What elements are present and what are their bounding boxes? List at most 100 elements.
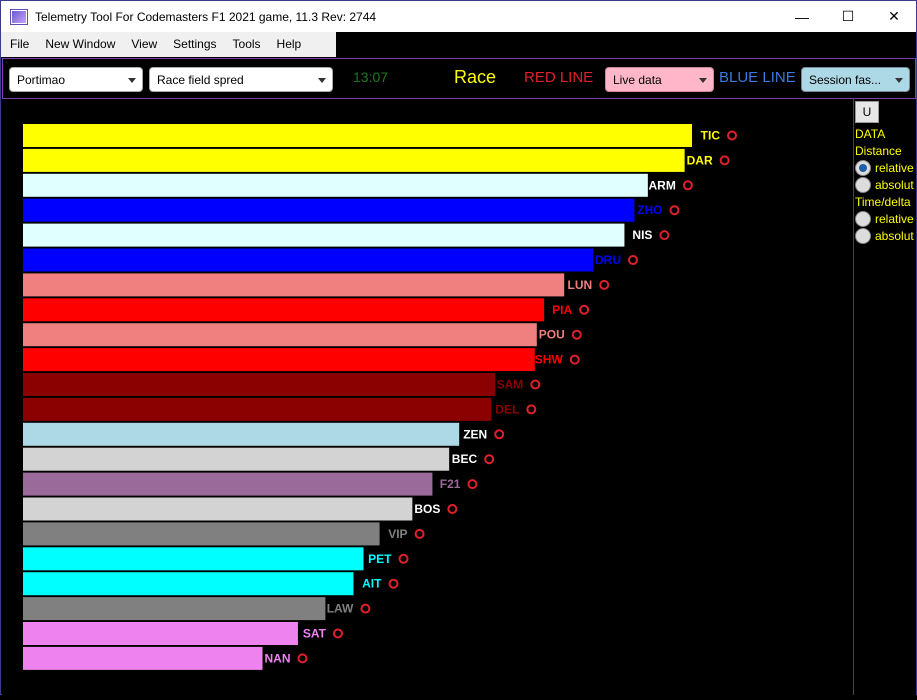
menu-view[interactable]: View xyxy=(123,32,165,57)
bar-pia xyxy=(23,298,545,322)
bar-pet xyxy=(23,547,364,571)
position-marker-nan xyxy=(297,653,308,664)
driver-label-law: LAW xyxy=(327,602,354,616)
menu-new-window[interactable]: New Window xyxy=(37,32,123,57)
menu-tools[interactable]: Tools xyxy=(225,32,269,57)
menu-bar: File New Window View Settings Tools Help xyxy=(1,32,336,57)
position-marker-zho xyxy=(669,205,680,216)
position-marker-pia xyxy=(579,304,590,315)
position-marker-law xyxy=(360,603,371,614)
driver-label-lun: LUN xyxy=(568,278,593,292)
bar-del xyxy=(23,397,492,421)
menu-help[interactable]: Help xyxy=(269,32,310,57)
position-marker-f21 xyxy=(467,479,478,490)
position-marker-tic xyxy=(727,130,737,141)
driver-label-pet: PET xyxy=(368,552,392,566)
driver-label-sat: SAT xyxy=(303,627,327,641)
chevron-down-icon xyxy=(895,78,903,83)
position-marker-pou xyxy=(571,329,582,340)
menu-settings[interactable]: Settings xyxy=(165,32,224,57)
track-select[interactable]: Portimao xyxy=(9,67,143,92)
bar-law xyxy=(23,597,326,621)
data-label: DATA xyxy=(855,127,886,141)
maximize-button[interactable]: ☐ xyxy=(825,1,871,32)
distance-label: Distance xyxy=(855,144,902,158)
bar-bec xyxy=(23,447,450,471)
position-marker-vip xyxy=(414,528,425,539)
menu-file[interactable]: File xyxy=(1,32,37,57)
window-title: Telemetry Tool For Codemasters F1 2021 g… xyxy=(35,9,377,24)
red-line-label: RED LINE xyxy=(524,69,594,86)
position-marker-sam xyxy=(530,379,541,390)
toolbar: Portimao Race field spred 13:07 Race RED… xyxy=(2,58,916,99)
position-marker-shw xyxy=(569,354,580,365)
blue-line-label: BLUE LINE xyxy=(719,69,796,86)
blue-line-select-value: Session fas... xyxy=(809,72,882,87)
race-field-chart-area: TIC DAR ARM ZHO NIS DRU LUN PIA POU SHW SAM DEL ZEN B… xyxy=(2,99,853,695)
position-marker-sat xyxy=(332,628,343,639)
driver-label-zen: ZEN xyxy=(463,427,487,441)
view-select[interactable]: Race field spred xyxy=(149,67,333,92)
driver-label-arm: ARM xyxy=(649,178,676,192)
driver-label-shw: SHW xyxy=(535,353,564,367)
bar-shw xyxy=(23,348,535,372)
time-absolut-radio[interactable] xyxy=(855,228,871,244)
driver-label-tic: TIC xyxy=(701,129,721,143)
position-marker-zen xyxy=(494,429,505,440)
driver-label-nis: NIS xyxy=(632,228,652,242)
position-marker-pet xyxy=(398,553,409,564)
red-line-select-value: Live data xyxy=(613,72,662,87)
app-icon xyxy=(11,9,27,24)
view-select-value: Race field spred xyxy=(157,72,244,87)
bar-zho xyxy=(23,198,635,222)
time-relative-radio[interactable] xyxy=(855,211,871,227)
time-absolut-label: absolut xyxy=(875,229,914,243)
side-panel: U DATA Distance relative absolut Time/de… xyxy=(853,99,916,695)
driver-label-bos: BOS xyxy=(414,502,440,516)
bar-pou xyxy=(23,323,537,347)
bar-nis xyxy=(23,223,625,247)
distance-absolut-radio[interactable] xyxy=(855,177,871,193)
position-marker-bec xyxy=(484,454,495,465)
title-bar: Telemetry Tool For Codemasters F1 2021 g… xyxy=(1,1,916,32)
session-time: 13:07 xyxy=(353,69,389,85)
bar-arm xyxy=(23,173,648,197)
position-marker-bos xyxy=(447,504,458,514)
driver-label-pia: PIA xyxy=(552,303,572,317)
bar-zen xyxy=(23,422,460,446)
bar-sam xyxy=(23,373,496,396)
driver-label-del: DEL xyxy=(495,402,519,416)
race-field-chart: TIC DAR ARM ZHO NIS DRULUN PIA POU SHW SAM DEL ZEN B… xyxy=(23,124,737,670)
close-button[interactable]: ✕ xyxy=(871,1,917,32)
driver-label-f21: F21 xyxy=(440,477,461,491)
session-type: Race xyxy=(454,67,497,87)
bar-dru xyxy=(23,248,593,272)
position-marker-ait xyxy=(388,578,399,589)
driver-label-pou: POU xyxy=(539,328,565,342)
blue-line-select[interactable]: Session fas... xyxy=(801,67,910,92)
chevron-down-icon xyxy=(699,78,707,83)
position-marker-arm xyxy=(682,180,693,191)
bar-vip xyxy=(23,522,380,546)
driver-label-ait: AIT xyxy=(362,577,382,591)
position-marker-dru xyxy=(627,255,638,265)
minimize-button[interactable]: — xyxy=(779,1,825,32)
red-line-select[interactable]: Live data xyxy=(605,67,714,92)
driver-label-zho: ZHO xyxy=(637,203,662,217)
chevron-down-icon xyxy=(128,78,136,83)
bar-ait xyxy=(23,572,354,596)
chevron-down-icon xyxy=(318,78,326,83)
driver-label-dru: DRU xyxy=(595,253,621,267)
u-button[interactable]: U xyxy=(855,101,879,123)
distance-relative-radio[interactable] xyxy=(855,160,871,176)
bar-f21 xyxy=(23,472,433,496)
bar-sat xyxy=(23,622,298,645)
bar-tic xyxy=(23,124,692,147)
position-marker-del xyxy=(526,404,537,415)
bar-bos xyxy=(23,497,413,521)
bar-nan xyxy=(23,646,263,670)
bar-lun xyxy=(23,273,565,297)
time-relative-label: relative xyxy=(875,212,914,226)
bar-dar xyxy=(23,148,685,172)
distance-absolut-label: absolut xyxy=(875,178,914,192)
